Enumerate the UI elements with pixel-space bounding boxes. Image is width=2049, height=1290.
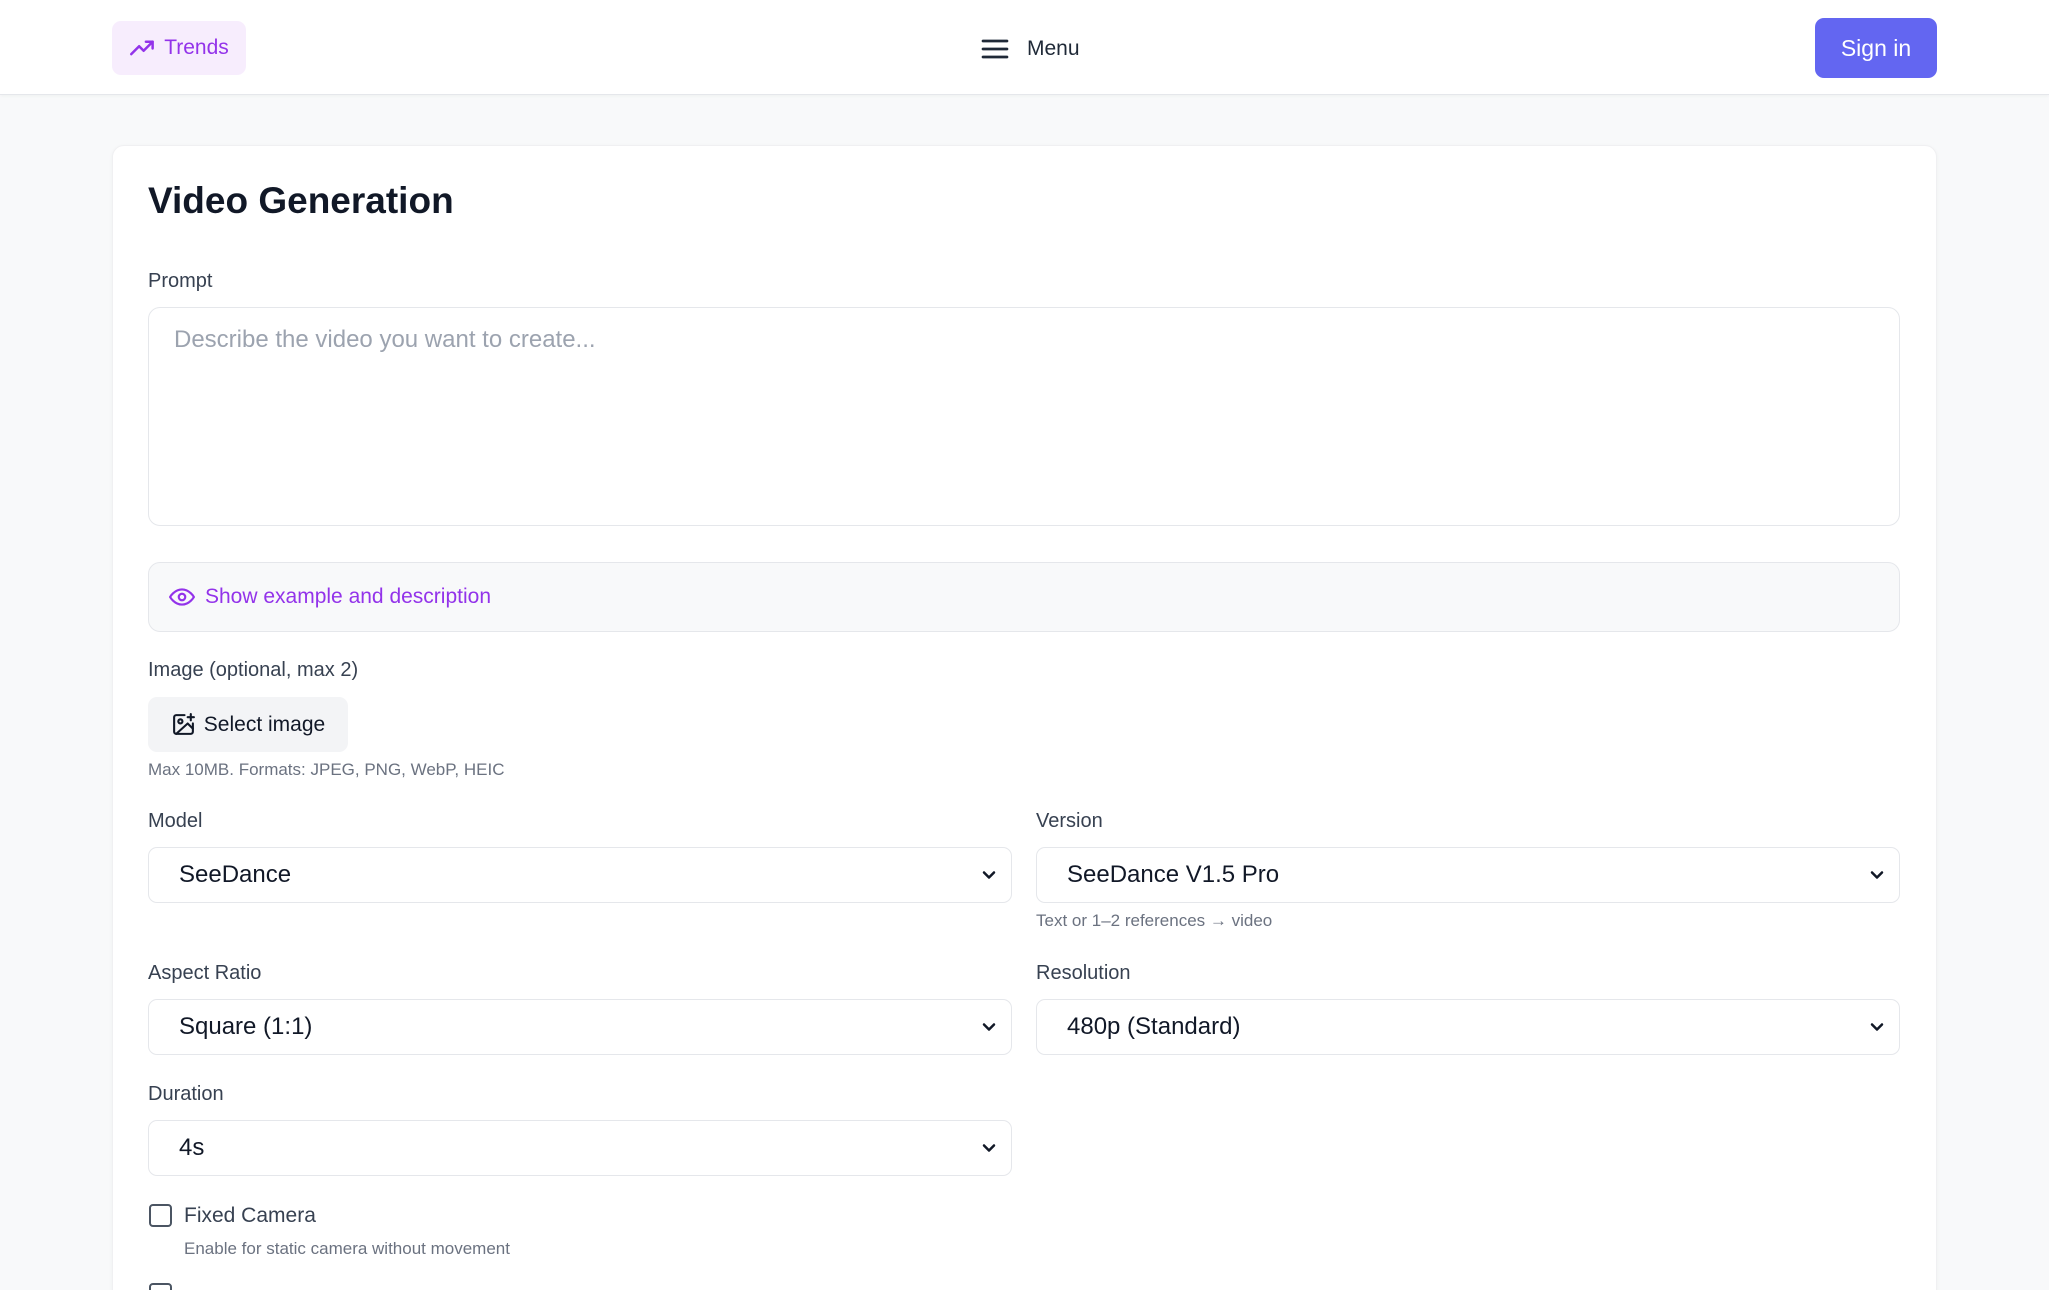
fixed-camera-checkbox[interactable] (149, 1204, 172, 1227)
chevron-down-icon (982, 1144, 996, 1152)
model-select[interactable]: SeeDance (148, 847, 1012, 903)
duration-selected-value: 4s (179, 1134, 205, 1161)
resolution-label: Resolution (1036, 962, 1131, 984)
top-header: Trends Menu Sign in (0, 0, 2049, 95)
resolution-selected-value: 480p (Standard) (1067, 1013, 1241, 1040)
next-option-checkbox[interactable] (149, 1283, 172, 1290)
image-label: Image (optional, max 2) (148, 659, 359, 681)
select-image-button[interactable]: Select image (148, 697, 348, 752)
hamburger-menu-icon (981, 39, 1009, 59)
fixed-camera-hint: Enable for static camera without movemen… (184, 1239, 510, 1258)
show-example-label: Show example and description (205, 585, 492, 608)
show-example-toggle[interactable]: Show example and description (148, 562, 1900, 632)
prompt-input[interactable] (148, 307, 1900, 526)
chevron-down-icon (982, 1023, 996, 1031)
prompt-label: Prompt (148, 270, 213, 292)
menu-button[interactable]: Menu (979, 30, 1080, 68)
model-label: Model (148, 810, 203, 832)
chevron-down-icon (1870, 1023, 1884, 1031)
chevron-down-icon (982, 871, 996, 879)
trends-button[interactable]: Trends (112, 21, 246, 75)
eye-icon (169, 588, 195, 606)
model-selected-value: SeeDance (179, 861, 292, 888)
page-title: Video Generation (148, 180, 454, 221)
aspect-ratio-label: Aspect Ratio (148, 962, 262, 984)
trends-label: Trends (164, 36, 229, 59)
aspect-ratio-selected-value: Square (1:1) (179, 1013, 313, 1040)
resolution-select[interactable]: 480p (Standard) (1036, 999, 1900, 1055)
image-format-hint: Max 10MB. Formats: JPEG, PNG, WebP, HEIC (148, 760, 505, 779)
duration-label: Duration (148, 1083, 224, 1105)
chevron-down-icon (1870, 871, 1884, 879)
image-plus-icon (172, 713, 195, 735)
trending-up-icon (130, 40, 155, 55)
fixed-camera-label[interactable]: Fixed Camera (184, 1204, 316, 1228)
menu-label: Menu (1027, 37, 1080, 60)
sign-in-button[interactable]: Sign in (1815, 18, 1937, 78)
version-select[interactable]: SeeDance V1.5 Pro (1036, 847, 1900, 903)
version-label: Version (1036, 810, 1103, 832)
version-selected-value: SeeDance V1.5 Pro (1067, 861, 1280, 888)
select-image-label: Select image (203, 712, 326, 736)
duration-select[interactable]: 4s (148, 1120, 1012, 1176)
version-hint: Text or 1–2 references → video (1036, 911, 1273, 930)
aspect-ratio-select[interactable]: Square (1:1) (148, 999, 1012, 1055)
